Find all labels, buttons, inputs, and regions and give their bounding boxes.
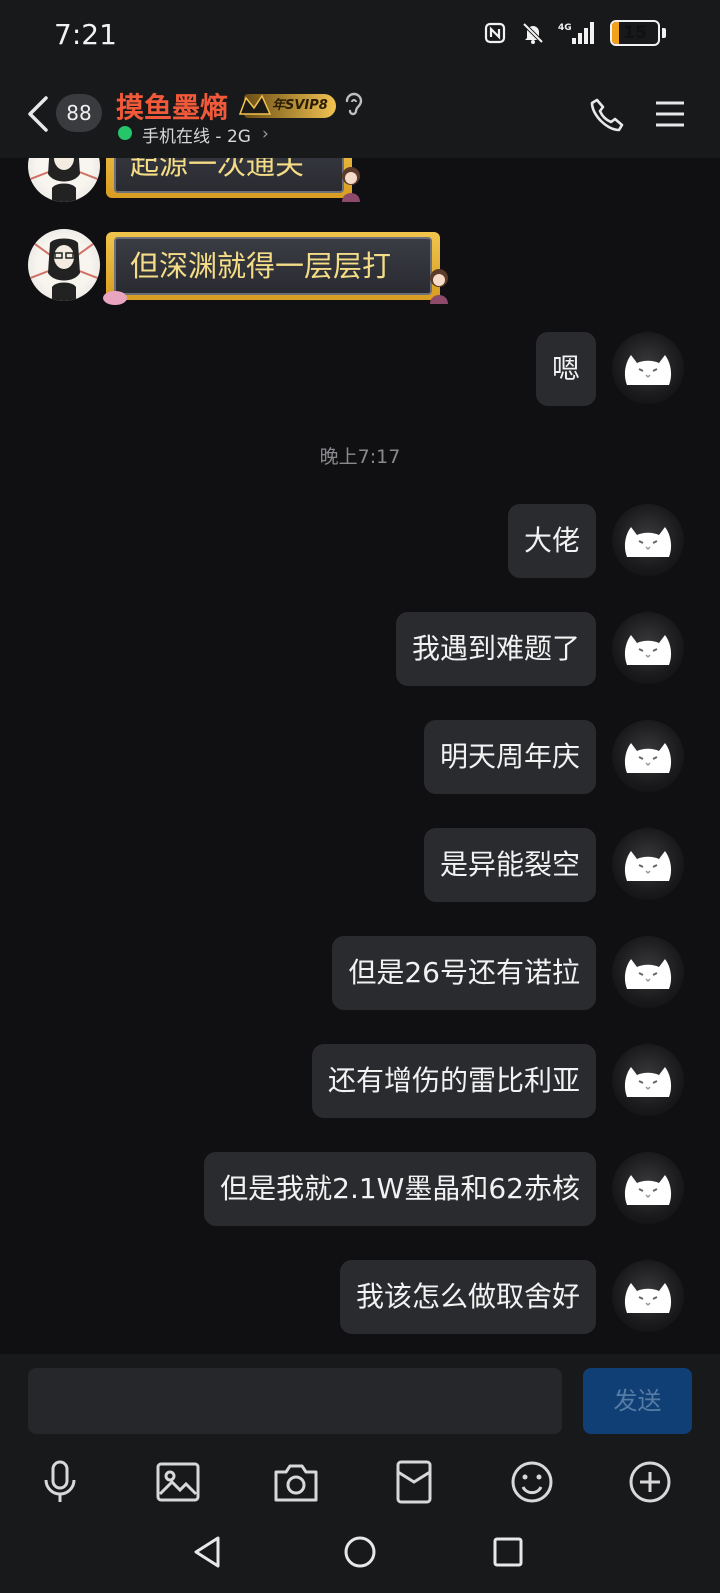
cat-avatar-icon [624, 1175, 672, 1205]
plus-icon[interactable] [626, 1458, 674, 1506]
emoji-icon[interactable] [508, 1458, 556, 1506]
message-input[interactable] [28, 1368, 562, 1434]
message-bubble-outgoing[interactable]: 大佬 [507, 504, 596, 578]
message-bubble-outgoing[interactable]: 我该怎么做取舍好 [339, 1260, 596, 1334]
self-avatar[interactable] [612, 828, 684, 900]
home-circle-icon[interactable] [340, 1532, 380, 1572]
cat-avatar-icon [624, 1067, 672, 1097]
red-packet-icon[interactable] [390, 1458, 438, 1506]
battery-fill [612, 22, 619, 44]
online-dot [118, 126, 132, 140]
chevron-right-icon: › [262, 124, 269, 144]
status-time: 7:21 [54, 18, 117, 51]
cat-avatar-icon [624, 527, 672, 557]
ear-icon [342, 90, 366, 120]
unread-badge[interactable]: 88 [56, 94, 102, 132]
self-avatar[interactable] [612, 612, 684, 684]
self-avatar[interactable] [612, 1044, 684, 1116]
cat-avatar-icon [624, 959, 672, 989]
cat-avatar-icon [624, 743, 672, 773]
chat-header: 88 摸鱼墨熵 年SVIP8 手机在线 - 2G › [0, 70, 720, 158]
mute-bell-icon [520, 20, 546, 46]
self-avatar[interactable] [612, 720, 684, 792]
svg-text:4G: 4G [558, 23, 572, 33]
image-icon[interactable] [154, 1458, 202, 1506]
bubble-candy-icon [100, 288, 130, 308]
self-avatar[interactable] [612, 1260, 684, 1332]
recent-square-icon[interactable] [488, 1532, 528, 1572]
system-nav-bar [0, 1514, 720, 1593]
camera-icon[interactable] [272, 1458, 320, 1506]
battery-indicator: 15 [610, 20, 660, 46]
svip-crown-icon [238, 94, 272, 115]
message-bubble-incoming[interactable]: 但深渊就得一层层打 [103, 232, 448, 305]
phone-icon[interactable] [588, 96, 626, 134]
battery-level: 15 [623, 23, 647, 43]
cat-avatar-icon [624, 635, 672, 665]
self-avatar[interactable] [612, 504, 684, 576]
message-bubble-outgoing[interactable]: 还有增伤的雷比利亚 [311, 1044, 596, 1118]
cat-avatar-icon [624, 851, 672, 881]
message-bubble-outgoing[interactable]: 我遇到难题了 [395, 612, 596, 686]
cat-avatar-icon [624, 1283, 672, 1313]
message-bubble-outgoing[interactable]: 但是26号还有诺拉 [332, 936, 596, 1010]
online-status[interactable]: 手机在线 - 2G [142, 122, 251, 147]
self-avatar[interactable] [612, 936, 684, 1008]
message-timestamp: 晚上7:17 [319, 446, 401, 468]
signal-4g-icon: 4G [558, 20, 598, 46]
nfc-icon [482, 20, 508, 46]
battery-tip [662, 28, 666, 38]
microphone-icon[interactable] [36, 1458, 84, 1506]
status-icons: 4G 15 [482, 20, 666, 46]
contact-avatar[interactable] [28, 229, 100, 301]
bubble-girl-sticker-icon [336, 164, 366, 204]
contact-name[interactable]: 摸鱼墨熵 [116, 86, 228, 126]
status-bar: 7:21 4G 15 [0, 0, 720, 70]
svip-badge: 年SVIP8 [238, 94, 336, 118]
message-text: 但深渊就得一层层打 [114, 237, 432, 295]
back-triangle-icon[interactable] [188, 1532, 228, 1572]
message-bubble-outgoing[interactable]: 嗯 [535, 332, 596, 406]
menu-icon[interactable] [654, 98, 686, 130]
message-bubble-outgoing[interactable]: 但是我就2.1W墨晶和62赤核 [204, 1152, 596, 1226]
back-arrow-icon [28, 96, 48, 132]
input-area: 发送 [0, 1354, 720, 1514]
message-bubble-outgoing[interactable]: 是异能裂空 [423, 828, 596, 902]
message-bubble-outgoing[interactable]: 明天周年庆 [423, 720, 596, 794]
svip-label: 年SVIP8 [272, 98, 328, 113]
avatar-illustration-icon [28, 238, 100, 301]
cat-avatar-icon [624, 355, 672, 385]
self-avatar[interactable] [612, 1152, 684, 1224]
bubble-girl-sticker-icon [424, 266, 454, 306]
send-button[interactable]: 发送 [583, 1368, 692, 1434]
self-avatar[interactable] [612, 332, 684, 404]
back-button[interactable] [24, 94, 52, 134]
